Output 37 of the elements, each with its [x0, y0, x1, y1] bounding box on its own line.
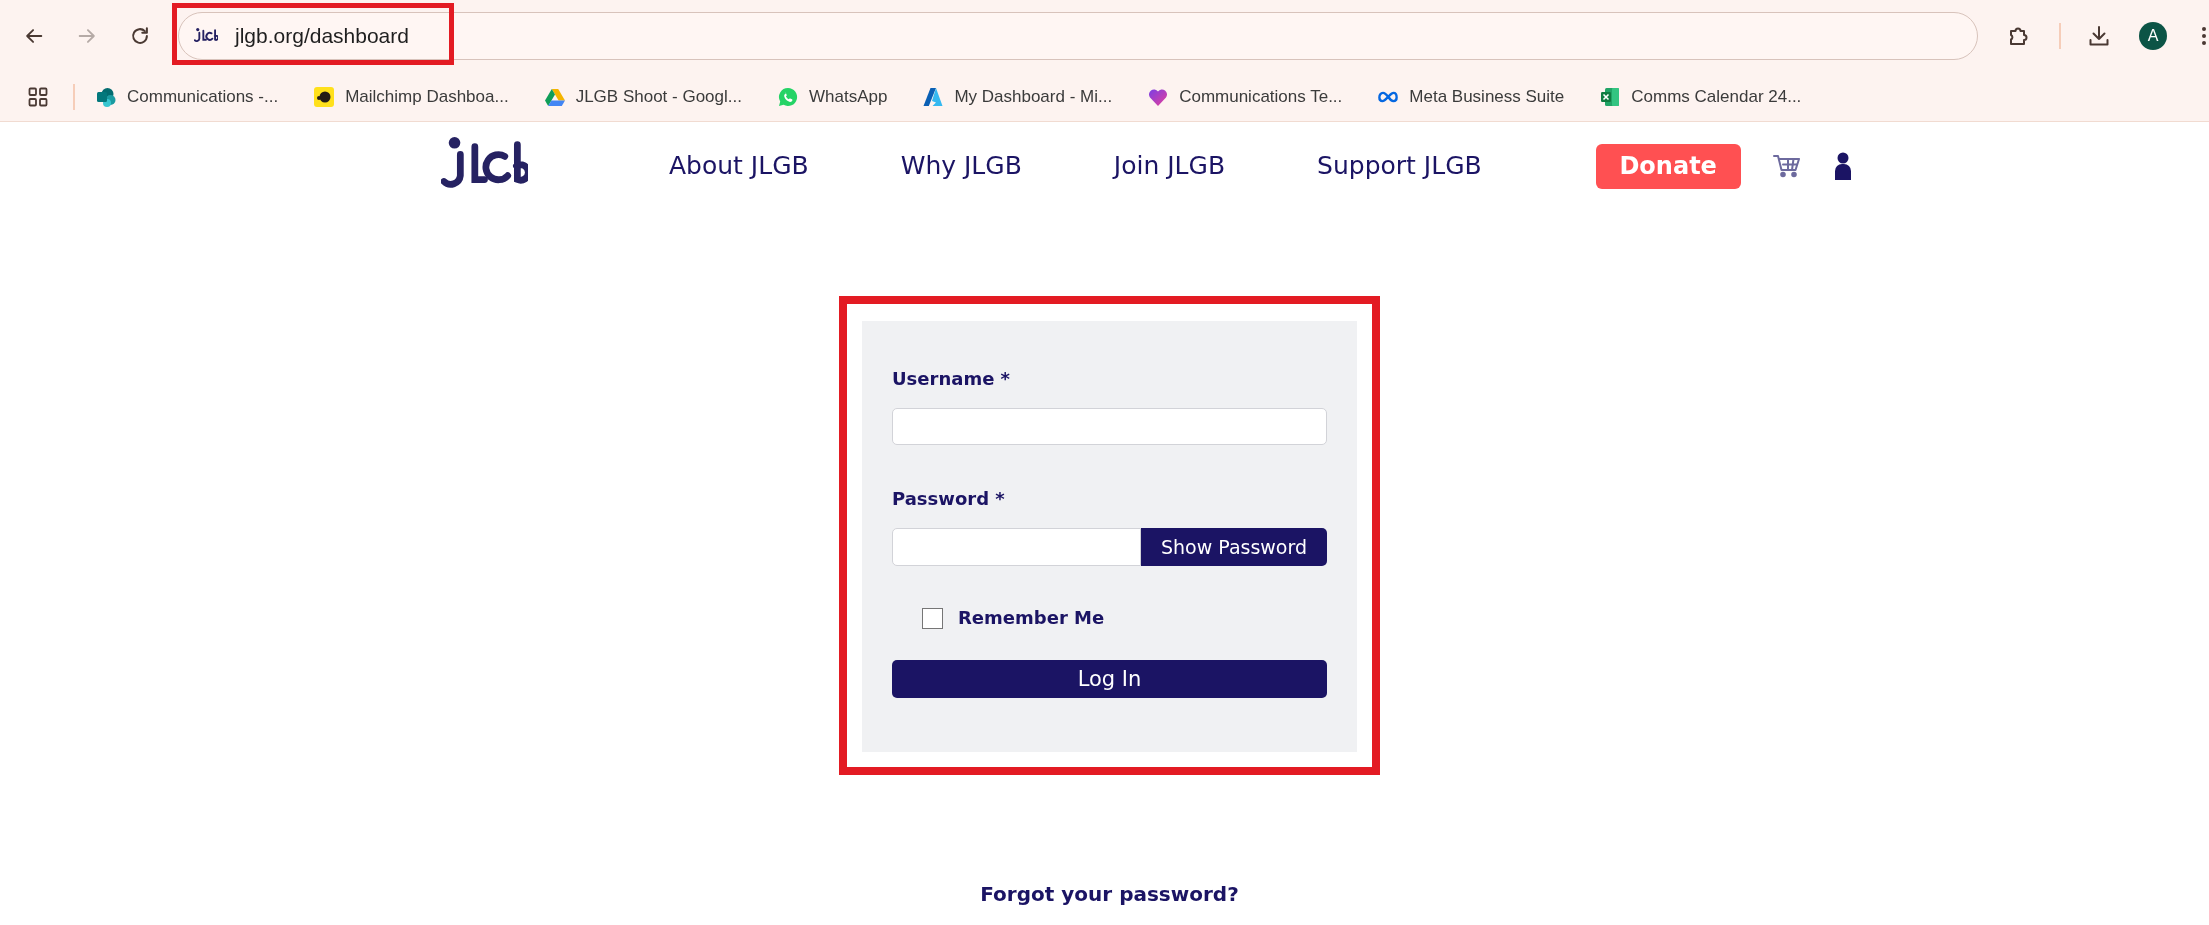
- bookmark-link[interactable]: Meta Business Suite: [1378, 83, 1565, 110]
- nav-link[interactable]: About JLGB: [669, 150, 809, 182]
- profile-avatar[interactable]: A: [2139, 22, 2167, 50]
- log-in-button[interactable]: Log In: [892, 660, 1327, 698]
- bookmark-link[interactable]: Comms Calendar 24...: [1600, 83, 1802, 110]
- wedge-icon: [923, 86, 944, 107]
- reload-icon: [129, 25, 151, 47]
- kebab-menu-icon[interactable]: [2202, 27, 2206, 45]
- field-label: Password *: [892, 487, 1006, 511]
- overlapping-circles-icon: [96, 86, 116, 107]
- address-bar[interactable]: jlgb.org/dashboard: [178, 12, 1978, 60]
- spreadsheet-icon: [1600, 86, 1621, 107]
- nav-link[interactable]: Support JLGB: [1317, 150, 1482, 182]
- password-field[interactable]: [892, 528, 1141, 566]
- field-label: Username *: [892, 367, 1012, 391]
- bookmark-link[interactable]: Communications -...: [96, 83, 279, 110]
- nav-link[interactable]: Join JLGB: [1113, 150, 1226, 182]
- download-icon: [2087, 24, 2111, 48]
- bookmark-link[interactable]: JLGB Shoot - Googl...: [544, 83, 742, 110]
- head-silhouette-icon: [314, 86, 335, 107]
- show-password-button[interactable]: Show Password: [1141, 528, 1327, 566]
- triangle-icon: [544, 86, 565, 107]
- bookmark-link[interactable]: My Dashboard - Mi...: [923, 83, 1113, 110]
- logo-icon: [194, 27, 218, 45]
- url-text: jlgb.org/dashboard: [235, 24, 409, 48]
- person-icon[interactable]: [1833, 152, 1852, 180]
- remember-me-checkbox[interactable]: [922, 607, 943, 629]
- forgot-password-link[interactable]: Forgot your password?: [980, 880, 1239, 908]
- cart-icon[interactable]: [1772, 154, 1801, 178]
- apps-grid-icon[interactable]: [28, 86, 48, 107]
- username-field[interactable]: [892, 408, 1327, 445]
- remember-me-label[interactable]: Remember Me: [958, 607, 1105, 629]
- bookmark-link[interactable]: WhatsApp: [777, 83, 888, 110]
- bookmark-link[interactable]: Mailchimp Dashboa...: [314, 83, 509, 110]
- chat-bubble-icon: [777, 86, 798, 107]
- bookmark-link[interactable]: Communications Te...: [1148, 83, 1343, 110]
- nav-link[interactable]: Why JLGB: [900, 150, 1022, 182]
